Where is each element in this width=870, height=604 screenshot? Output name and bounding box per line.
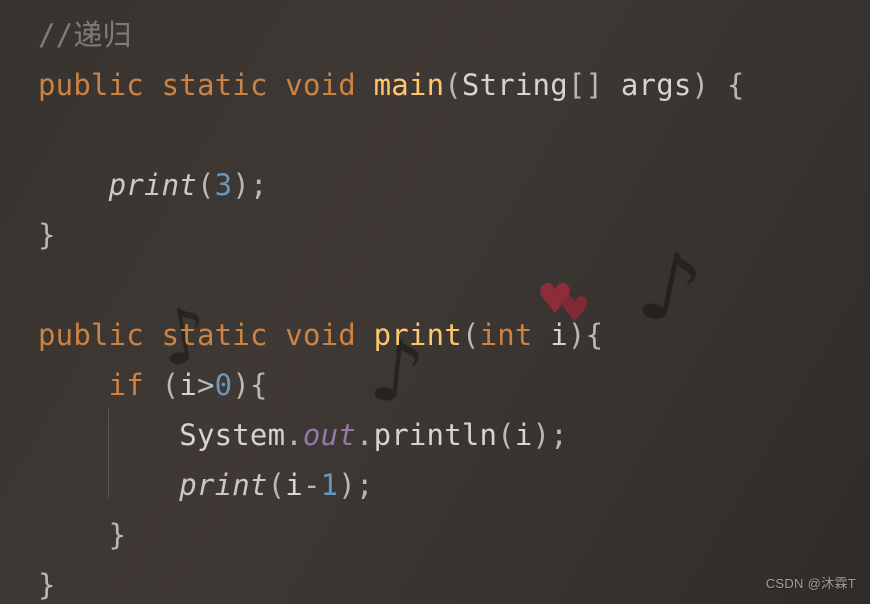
paren-open: (: [162, 368, 180, 402]
semicolon: ;: [356, 468, 374, 502]
op-gt: >: [197, 368, 215, 402]
brace-close: }: [38, 568, 56, 602]
class-system: System: [179, 418, 285, 452]
keyword-static: static: [162, 68, 268, 102]
brace-open: {: [250, 368, 268, 402]
var-i: i: [285, 468, 303, 502]
paren-close: ): [692, 68, 710, 102]
keyword-public: public: [38, 68, 144, 102]
keyword-public: public: [38, 318, 144, 352]
paren-open: (: [197, 168, 215, 202]
paren-open: (: [268, 468, 286, 502]
var-i: i: [515, 418, 533, 452]
param-args: args: [621, 68, 692, 102]
method-print: print: [374, 318, 462, 352]
method-main: main: [374, 68, 445, 102]
keyword-int: int: [480, 318, 533, 352]
brace-close: }: [38, 218, 56, 252]
literal-3: 3: [215, 168, 233, 202]
dot: .: [285, 418, 303, 452]
watermark-text: CSDN @沐霖T: [766, 573, 856, 592]
brace-close: }: [109, 518, 127, 552]
paren-close: ): [533, 418, 551, 452]
op-minus: -: [303, 468, 321, 502]
paren-close: ): [232, 168, 250, 202]
literal-0: 0: [215, 368, 233, 402]
keyword-void: void: [285, 318, 356, 352]
paren-open: (: [497, 418, 515, 452]
var-i: i: [179, 368, 197, 402]
brackets: []: [568, 68, 603, 102]
paren-close: ): [338, 468, 356, 502]
literal-1: 1: [321, 468, 339, 502]
paren-close: ): [568, 318, 586, 352]
field-out: out: [303, 418, 356, 452]
call-println: println: [374, 418, 498, 452]
semicolon: ;: [550, 418, 568, 452]
keyword-void: void: [285, 68, 356, 102]
comment: //递归: [38, 18, 132, 52]
paren-open: (: [462, 318, 480, 352]
brace-open: {: [586, 318, 604, 352]
paren-close: ): [232, 368, 250, 402]
keyword-static: static: [162, 318, 268, 352]
paren-open: (: [444, 68, 462, 102]
semicolon: ;: [250, 168, 268, 202]
call-print: print: [109, 168, 197, 202]
brace-open: {: [727, 68, 745, 102]
keyword-if: if: [109, 368, 144, 402]
type-string: String: [462, 68, 568, 102]
param-i: i: [550, 318, 568, 352]
code-editor[interactable]: //递归 public static void main(String[] ar…: [0, 0, 870, 604]
call-print: print: [179, 468, 267, 502]
dot: .: [356, 418, 374, 452]
